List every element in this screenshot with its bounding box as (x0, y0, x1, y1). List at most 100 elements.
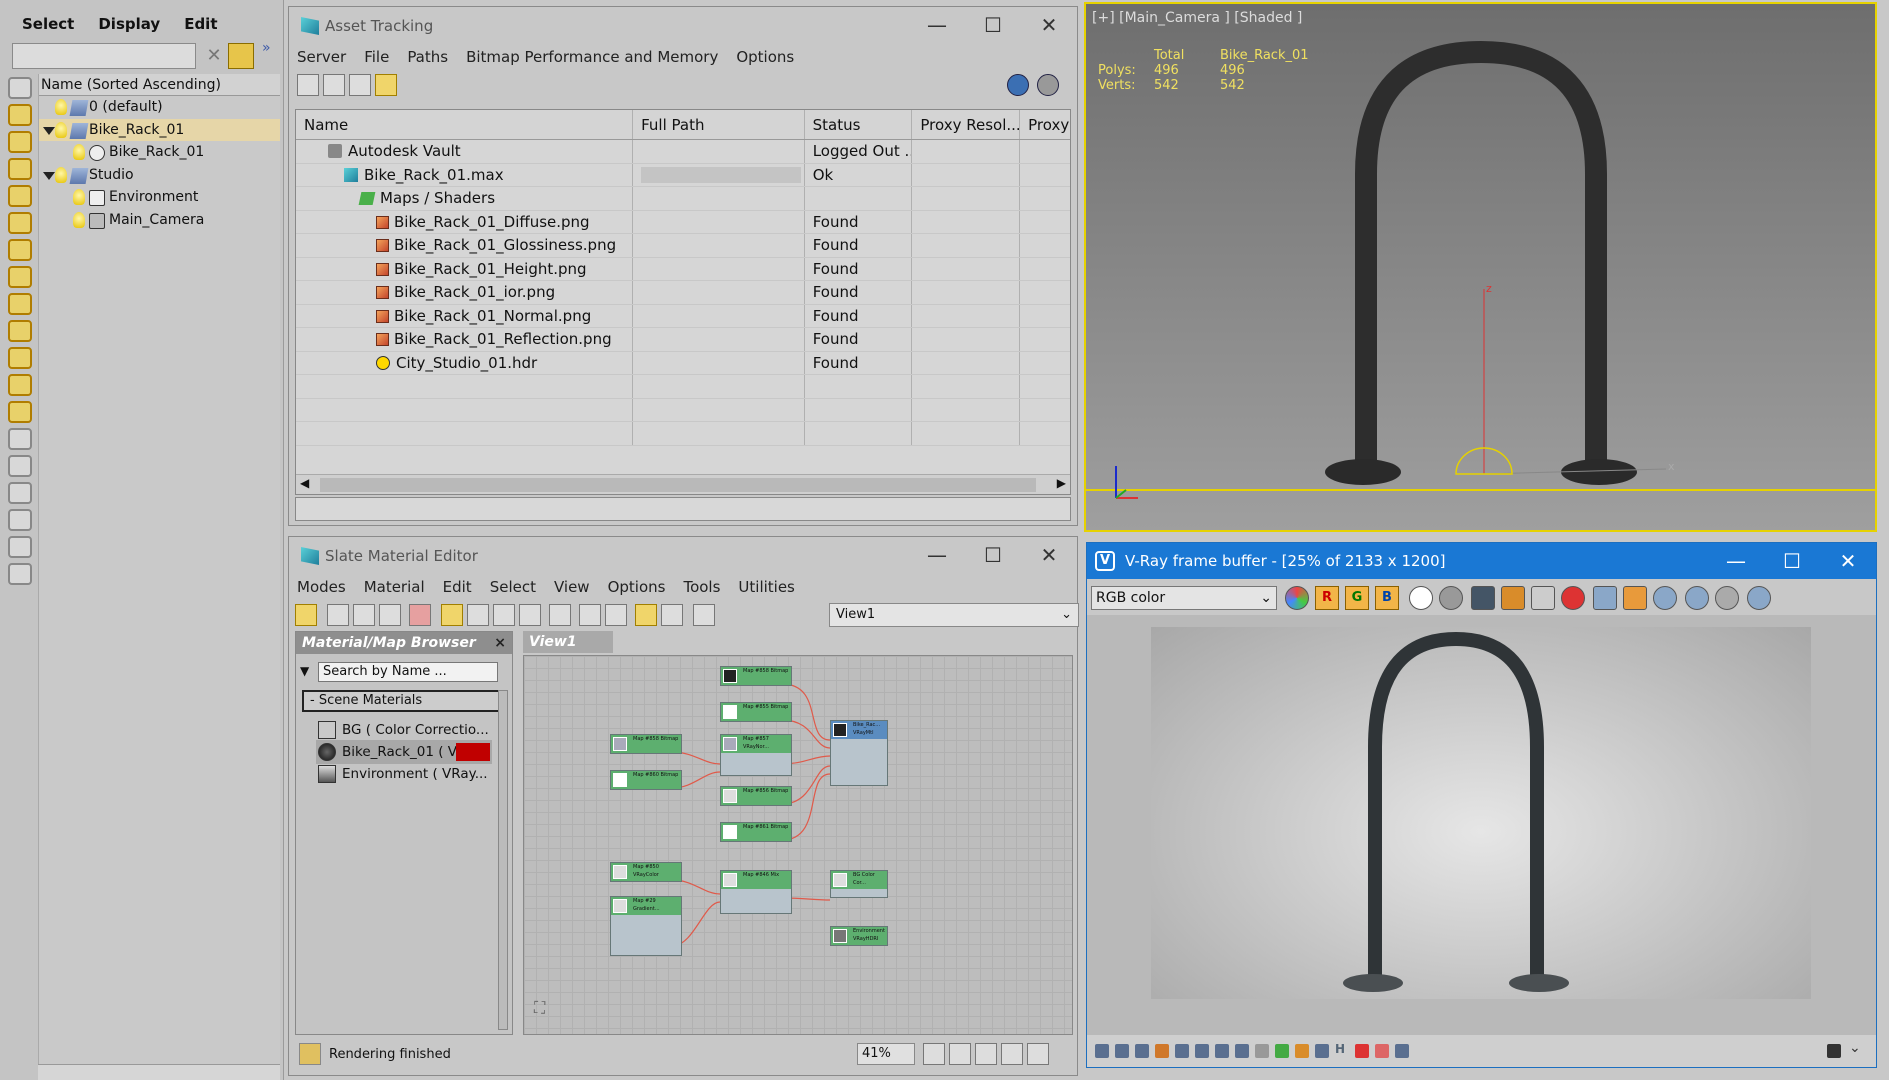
ab-compare-icon[interactable] (1355, 1044, 1369, 1058)
ab-horizontal-icon[interactable] (1375, 1044, 1389, 1058)
help-icon[interactable] (1037, 74, 1059, 96)
tree-row-studio-layer[interactable]: Studio (39, 164, 280, 187)
menu-edit[interactable]: Edit (443, 578, 472, 596)
column-proxy-resolution[interactable]: Proxy Resol... (912, 110, 1021, 139)
menu-utilities[interactable]: Utilities (738, 578, 794, 596)
layers-icon[interactable] (1115, 1044, 1129, 1058)
scene-search-input[interactable] (12, 43, 196, 69)
material-item-bike-rack[interactable]: Bike_Rack_01 ( VRa (316, 740, 492, 764)
stop-render-icon[interactable] (1715, 586, 1739, 610)
browser-options-icon[interactable]: ▼ (300, 664, 309, 678)
select-by-material-icon[interactable] (693, 604, 715, 626)
material-map-browser-toggle-icon[interactable] (635, 604, 657, 626)
asset-table-row[interactable]: Autodesk Vault Logged Out ... (296, 140, 1070, 164)
assign-to-selection-icon[interactable] (379, 604, 401, 626)
minimize-button[interactable]: — (909, 7, 965, 45)
asset-table-row[interactable]: City_Studio_01.hdr Found (296, 351, 1070, 375)
display-all-icon[interactable] (8, 428, 32, 450)
menu-edit[interactable]: Edit (172, 0, 229, 44)
slate-titlebar[interactable]: Slate Material Editor — ☐ ✕ (289, 537, 1077, 575)
pan-icon[interactable] (923, 1043, 945, 1065)
column-status[interactable]: Status (805, 110, 913, 139)
tree-row-main-camera[interactable]: Main_Camera (39, 209, 280, 232)
maximize-button[interactable]: ☐ (1764, 543, 1820, 581)
maximize-button[interactable]: ☐ (965, 537, 1021, 575)
display-groups-icon[interactable] (8, 266, 32, 288)
node-map-846-mix[interactable]: Map #846 Mix (720, 870, 792, 914)
alpha-white-icon[interactable] (1409, 586, 1433, 610)
view-selector-dropdown[interactable]: View1 ⌄ (829, 603, 1079, 627)
asset-table-row[interactable]: Bike_Rack_01_ior.png Found (296, 281, 1070, 305)
put-to-scene-icon[interactable] (353, 604, 375, 626)
asset-table-row[interactable]: Bike_Rack_01.max Ok (296, 163, 1070, 187)
node-map-29-gradient[interactable]: Map #29 Gradient... (610, 896, 682, 956)
close-button[interactable]: ✕ (1021, 537, 1077, 575)
levels-icon[interactable] (1195, 1044, 1209, 1058)
menu-display[interactable]: Display (86, 0, 172, 44)
material-item-environment[interactable]: Environment ( VRay... (316, 762, 492, 786)
menu-bitmap-performance[interactable]: Bitmap Performance and Memory (466, 48, 718, 66)
node-map-850-vraycolor[interactable]: Map #850 VRayColor (610, 862, 682, 882)
expand-triangle-icon[interactable] (43, 126, 55, 135)
asset-tracking-titlebar[interactable]: Asset Tracking — ☐ ✕ (289, 7, 1077, 45)
layer-manager-icon[interactable] (8, 563, 32, 585)
material-item-bg[interactable]: BG ( Color Correctio... (316, 718, 492, 742)
hue-icon[interactable]: H (1335, 1042, 1349, 1056)
menu-modes[interactable]: Modes (297, 578, 346, 596)
render-canvas[interactable] (1087, 615, 1876, 1035)
zoom-region-icon[interactable] (975, 1043, 997, 1065)
camera-viewport[interactable]: [+] [Main_Camera ] [Shaded ] Total Bike_… (1084, 2, 1877, 532)
node-map-858[interactable]: Map #858 Bitmap (610, 734, 682, 754)
expand-panel-icon[interactable]: » (262, 40, 271, 56)
asset-table-row[interactable]: Bike_Rack_01_Normal.png Found (296, 304, 1070, 328)
node-view-canvas[interactable]: Map #858 Bitmap Map #855 Bitmap Map #858… (523, 655, 1073, 1035)
tree-row-environment[interactable]: Environment (39, 186, 280, 209)
lightbulb-icon[interactable] (55, 121, 67, 138)
lightbulb-icon[interactable] (73, 144, 85, 160)
maximize-button[interactable]: ☐ (965, 7, 1021, 45)
display-lights-icon[interactable] (8, 158, 32, 180)
delete-icon[interactable] (409, 604, 431, 626)
node-bg-color-correction[interactable]: BG Color Cor... (830, 870, 888, 898)
view-tab[interactable]: View1 (523, 631, 613, 653)
vault-server-icon[interactable] (1007, 74, 1029, 96)
display-xrefs-icon[interactable] (8, 293, 32, 315)
refresh-icon[interactable] (297, 74, 319, 96)
minimize-button[interactable]: — (1708, 543, 1764, 581)
menu-material[interactable]: Material (364, 578, 425, 596)
asset-table-row[interactable]: Bike_Rack_01_Glossiness.png Found (296, 234, 1070, 258)
hide-unused-slots-icon[interactable] (467, 604, 489, 626)
node-map-860[interactable]: Map #860 Bitmap (610, 770, 682, 790)
render-icon[interactable] (1747, 586, 1771, 610)
node-map-861[interactable]: Map #861 Bitmap (720, 822, 792, 842)
node-environment-vrayhdri[interactable]: Environment VRayHDRI (830, 926, 888, 946)
save-image-icon[interactable] (1471, 586, 1495, 610)
column-name[interactable]: Name (296, 110, 634, 139)
display-helpers-icon[interactable] (8, 212, 32, 234)
layout-children-icon[interactable] (605, 604, 627, 626)
expand-toolbar-icon[interactable]: ⌄ (1849, 1040, 1863, 1056)
pick-material-icon[interactable] (327, 604, 349, 626)
lens-effects-icon[interactable] (1175, 1044, 1189, 1058)
green-channel-button[interactable]: G (1345, 586, 1369, 610)
display-cameras-icon[interactable] (8, 185, 32, 207)
display-none-icon[interactable] (8, 77, 32, 99)
curves-icon[interactable] (1215, 1044, 1229, 1058)
asset-table-row[interactable]: Maps / Shaders (296, 187, 1070, 211)
monochrome-icon[interactable] (1439, 586, 1463, 610)
tree-column-header[interactable]: Name (Sorted Ascending) (39, 74, 280, 96)
tree-row-default-layer[interactable]: 0 (default) (39, 96, 280, 119)
scene-materials-group[interactable]: - Scene Materials (302, 690, 502, 712)
fit-to-window-icon[interactable] (1827, 1044, 1841, 1058)
display-frozen-icon[interactable] (8, 374, 32, 396)
pixel-aspect-icon[interactable] (1395, 1044, 1409, 1058)
display-shapes-icon[interactable] (8, 131, 32, 153)
zoom-extents-selected-icon[interactable] (1027, 1043, 1049, 1065)
zoom-extents-icon[interactable] (1001, 1043, 1023, 1065)
menu-select[interactable]: Select (0, 0, 86, 44)
lightbulb-icon[interactable] (55, 166, 67, 183)
zoom-icon[interactable] (949, 1043, 971, 1065)
minimize-button[interactable]: — (909, 537, 965, 575)
lightbulb-icon[interactable] (73, 189, 85, 205)
menu-options[interactable]: Options (608, 578, 666, 596)
